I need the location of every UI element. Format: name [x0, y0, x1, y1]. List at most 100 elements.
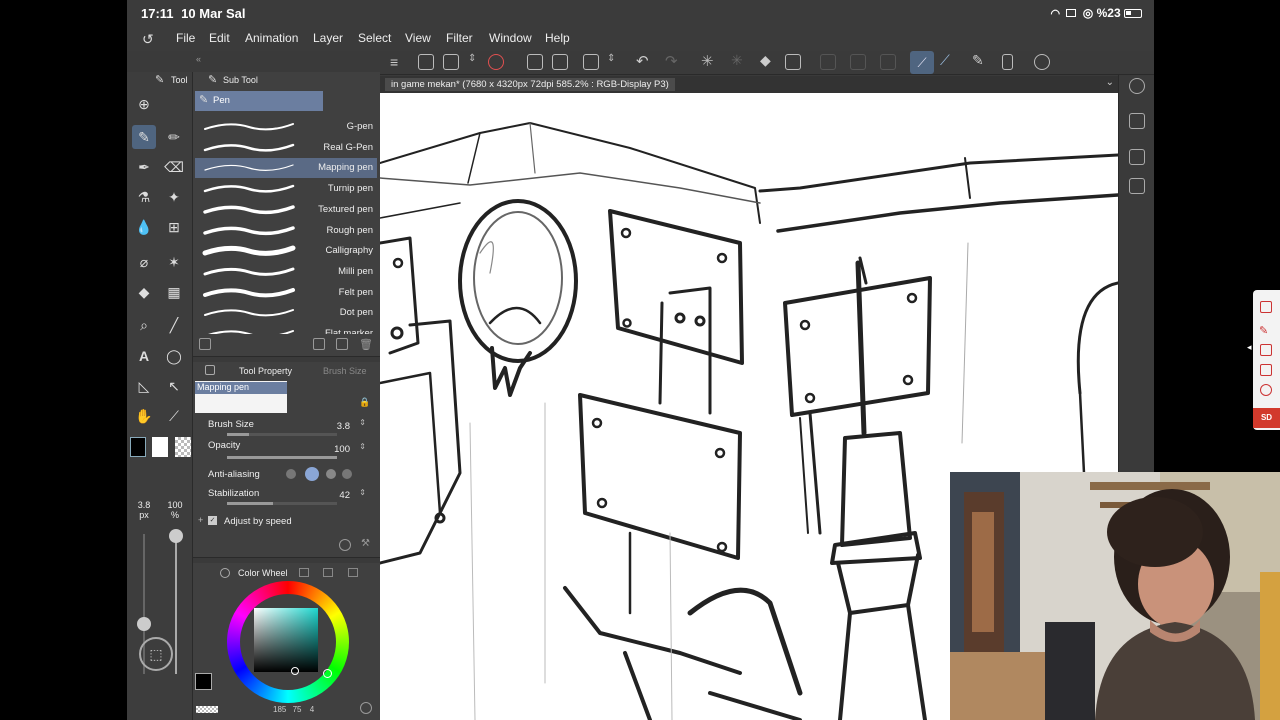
saturation-value-square[interactable] — [254, 608, 318, 672]
tool-property-settings-icon[interactable] — [339, 539, 351, 551]
subtool-item[interactable]: G-pen — [195, 117, 377, 137]
navigator-icon[interactable] — [1129, 78, 1145, 94]
redo-icon[interactable]: ↷ — [665, 52, 678, 70]
document-icon[interactable] — [527, 54, 543, 70]
main-color-swatch[interactable] — [130, 437, 146, 457]
balloon-tool-icon[interactable]: ◯ — [162, 344, 186, 368]
subtool-item[interactable]: Flat marker — [195, 324, 377, 334]
color-history-tab-icon[interactable] — [323, 568, 333, 577]
subtool-item[interactable]: Textured pen — [195, 200, 377, 220]
brush-size-value[interactable]: 3.8 — [337, 421, 350, 432]
wrench-icon[interactable]: ⚒ — [361, 538, 370, 549]
app-logo-icon[interactable]: ↺ — [142, 31, 154, 48]
color-wheel[interactable] — [227, 581, 349, 703]
layers-icon[interactable] — [1129, 178, 1145, 194]
float-chevron-icon[interactable]: ◂ — [1247, 342, 1252, 353]
opacity-vslider-knob[interactable] — [169, 529, 183, 543]
color-slider-tab-icon[interactable] — [348, 568, 358, 577]
loading-icon[interactable]: ✳ — [701, 52, 714, 70]
move-layer-icon[interactable]: ⊞ — [162, 215, 186, 239]
circle-float-icon[interactable] — [1260, 384, 1272, 396]
zoom-tool-icon[interactable]: ⌕ — [132, 313, 156, 337]
checkbox-float-icon[interactable] — [1260, 364, 1272, 376]
menu-view[interactable]: View — [405, 31, 431, 45]
frame-tool-icon[interactable]: ◺ — [132, 374, 156, 398]
folder-icon[interactable] — [552, 54, 568, 70]
subtool-delete-icon[interactable]: 🗑 — [359, 338, 373, 351]
color-picker-marker[interactable] — [291, 667, 299, 675]
pen-tool-icon[interactable]: ✎ — [132, 125, 156, 149]
eraser-tool-icon[interactable]: ⌫ — [162, 155, 186, 179]
grid-icon[interactable] — [850, 54, 866, 70]
brush-size-tab[interactable]: Brush Size — [323, 366, 367, 376]
lock-icon[interactable]: 🔒 — [359, 397, 370, 408]
tablet-icon[interactable] — [1002, 54, 1013, 70]
decoration-tool-icon[interactable]: ✦ — [162, 185, 186, 209]
cw-transparent-icon[interactable] — [196, 706, 218, 713]
operation-tool-icon[interactable]: ↖ — [162, 374, 186, 398]
chevron-updown-icon-2[interactable]: ⇕ — [607, 53, 615, 64]
opacity-value[interactable]: 100 — [334, 444, 350, 455]
chevron-updown-icon[interactable]: ⇕ — [468, 53, 476, 64]
gradient-tool-icon[interactable]: ▦ — [162, 280, 186, 304]
menu-window[interactable]: Window — [489, 31, 532, 45]
subtool-item[interactable]: Calligraphy — [195, 241, 377, 261]
lasso-tool-icon[interactable]: ⌀ — [132, 250, 156, 274]
subtool-item[interactable]: Felt pen — [195, 283, 377, 303]
chevron-down-icon[interactable]: ⌄ — [1106, 77, 1114, 88]
color-settings-icon[interactable] — [360, 702, 372, 714]
stabilization-stepper[interactable]: ⇕ — [359, 488, 366, 497]
menu-layer[interactable]: Layer — [313, 31, 343, 45]
touch-modifier-icon[interactable]: ⬚ — [139, 637, 173, 671]
fill-icon[interactable]: ◆ — [760, 52, 771, 69]
tool-tab-label[interactable]: Tool — [171, 75, 188, 85]
download-icon[interactable]: ⊕ — [132, 92, 156, 116]
antialias-none-icon[interactable] — [286, 469, 296, 479]
record-icon[interactable] — [488, 54, 504, 70]
subtool-collapse-icon[interactable]: « — [196, 54, 201, 64]
window-float-icon[interactable] — [1260, 344, 1272, 356]
opacity-slider[interactable] — [227, 456, 337, 459]
text-tool-icon[interactable]: A — [132, 344, 156, 368]
pen-pressure-icon[interactable]: ✎ — [972, 52, 984, 69]
stabilization-value[interactable]: 42 — [339, 490, 350, 501]
airbrush-tool-icon[interactable]: ⚗ — [132, 185, 156, 209]
antialias-medium-icon[interactable] — [326, 469, 336, 479]
undo-icon[interactable]: ↶ — [636, 52, 649, 70]
menu-filter[interactable]: Filter — [446, 31, 473, 45]
subtool-settings-icon[interactable] — [199, 338, 211, 350]
cloud-icon[interactable] — [583, 54, 599, 70]
menu-help[interactable]: Help — [545, 31, 570, 45]
crop-icon[interactable] — [820, 54, 836, 70]
sd-badge[interactable]: SD — [1253, 408, 1280, 428]
stabilization-slider[interactable] — [227, 502, 337, 505]
document-tab[interactable]: in game mekan* (7680 x 4320px 72dpi 585.… — [385, 78, 675, 91]
subtool-copy-icon[interactable] — [313, 338, 325, 350]
opacity-stepper[interactable]: ⇕ — [359, 442, 366, 451]
subtool-tab[interactable]: Sub Tool — [223, 75, 258, 85]
subtool-item[interactable]: Turnip pen — [195, 179, 377, 199]
color-set-tab-icon[interactable] — [299, 568, 309, 577]
menu-file[interactable]: File — [176, 31, 195, 45]
color-wheel-title[interactable]: Color Wheel — [238, 568, 288, 578]
subtool-item[interactable]: Milli pen — [195, 262, 377, 282]
brush-size-stepper[interactable]: ⇕ — [359, 418, 366, 427]
hue-marker[interactable] — [323, 669, 332, 678]
expand-icon[interactable]: + — [198, 515, 203, 525]
tool-property-tab[interactable]: Tool Property — [239, 366, 292, 376]
screen-record-icon[interactable] — [1260, 301, 1272, 313]
cw-main-color-swatch[interactable] — [195, 673, 212, 690]
ruler-icon[interactable] — [880, 54, 896, 70]
eyedropper-tool-icon[interactable]: ⟋ — [162, 404, 186, 428]
menu-select[interactable]: Select — [358, 31, 391, 45]
new-canvas-icon[interactable] — [418, 54, 434, 70]
antialias-strong-icon[interactable] — [342, 469, 352, 479]
brush-tool-icon[interactable]: ✒ — [132, 155, 156, 179]
material-icon[interactable] — [1129, 149, 1145, 165]
fill-tool-icon[interactable]: ◆ — [132, 280, 156, 304]
subtool-item[interactable]: Rough pen — [195, 221, 377, 241]
subtool-group-pen[interactable]: ✎ Pen — [195, 91, 323, 111]
snap-ruler-icon[interactable]: ⟋ — [910, 51, 934, 74]
snap-special-icon[interactable]: ⟋ — [940, 52, 950, 69]
transparent-color-swatch[interactable] — [175, 437, 191, 457]
